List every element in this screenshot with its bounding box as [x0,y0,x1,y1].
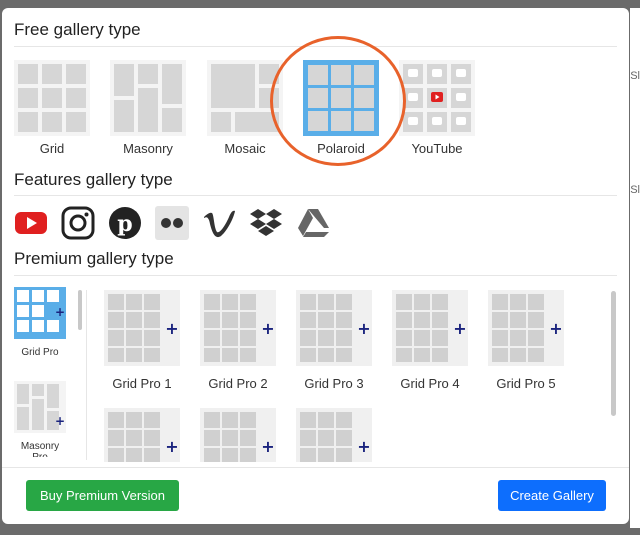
instagram-icon[interactable] [61,206,95,240]
divider [14,275,617,276]
background-text: Sl [630,184,640,196]
features-section-title: Features gallery type [14,170,173,189]
premium-gallery-grid-pro-5[interactable]: + Grid Pro 5 [482,290,570,391]
svg-text:+: + [165,319,178,338]
pinterest-icon[interactable]: p [108,206,142,240]
svg-text:+: + [357,319,370,338]
background-page-strip: Sl Sl [630,8,640,528]
grid-pro-thumb-icon: + [296,408,372,462]
grid-pro-thumb-icon: + [296,290,372,366]
premium-gallery-grid-pro-3[interactable]: + Grid Pro 3 [290,290,378,391]
masonry-thumb-icon [110,60,186,136]
premium-category-grid-pro[interactable]: + Grid Pro [14,287,66,358]
svg-text:+: + [55,305,65,319]
premium-gallery-grid-pro-4[interactable]: + Grid Pro 4 [386,290,474,391]
premium-gallery-label: Grid Pro 2 [208,376,268,391]
gallery-type-label: YouTube [411,141,463,156]
premium-gallery-item[interactable]: + [194,408,282,462]
svg-text:+: + [55,414,65,428]
grid-pro-thumb-icon: + [14,287,66,339]
premium-grid-scrollbar[interactable] [611,291,616,416]
vimeo-icon[interactable] [202,206,236,240]
gallery-type-grid[interactable]: Grid [14,60,90,156]
buy-premium-button[interactable]: Buy Premium Version [26,480,179,511]
premium-gallery-grid: + Grid Pro 1 + Grid Pro 2 + Grid Pro 3 +… [98,290,598,462]
grid-pro-thumb-icon: + [200,290,276,366]
svg-text:+: + [165,437,178,456]
gallery-type-label: Masonry [123,141,173,156]
grid-thumb-icon [14,60,90,136]
premium-gallery-grid-pro-2[interactable]: + Grid Pro 2 [194,290,282,391]
gallery-type-modal: Free gallery type Grid Masonry Mosaic Po… [2,8,629,524]
background-text: Sl [630,70,640,82]
grid-pro-thumb-icon: + [104,290,180,366]
youtube-icon[interactable] [14,206,48,240]
grid-pro-thumb-icon: + [392,290,468,366]
premium-category-label: Grid Pro [21,347,59,358]
divider [86,290,87,460]
grid-pro-thumb-icon: + [104,408,180,462]
google-drive-icon[interactable] [296,206,330,240]
create-gallery-button[interactable]: Create Gallery [498,480,606,511]
svg-text:+: + [261,319,274,338]
premium-gallery-item[interactable]: + [290,408,378,462]
gallery-type-youtube[interactable]: YouTube [399,60,475,156]
premium-gallery-label: Grid Pro 3 [304,376,364,391]
gallery-type-masonry[interactable]: Masonry [110,60,186,156]
premium-gallery-item[interactable]: + [98,408,186,462]
premium-gallery-label: Grid Pro 4 [400,376,460,391]
flickr-icon[interactable] [155,206,189,240]
free-section-title: Free gallery type [14,20,141,39]
grid-pro-thumb-icon: + [488,290,564,366]
selection-highlight-circle [270,36,406,166]
divider [14,195,617,196]
gallery-type-label: Mosaic [224,141,266,156]
premium-gallery-grid-pro-1[interactable]: + Grid Pro 1 [98,290,186,391]
svg-text:+: + [357,437,370,456]
premium-gallery-label: Grid Pro 5 [496,376,556,391]
masonry-pro-thumb-icon: + [14,381,66,433]
grid-pro-thumb-icon: + [200,408,276,462]
category-scrollbar[interactable] [78,290,82,330]
premium-section-title: Premium gallery type [14,249,174,268]
premium-category-masonry-pro[interactable]: + Masonry Pro [14,381,66,457]
premium-category-list: + Grid Pro + Masonry Pro [12,287,84,457]
gallery-type-label: Grid [39,141,65,156]
svg-text:+: + [549,319,562,338]
divider [2,467,629,468]
svg-text:+: + [261,437,274,456]
premium-category-label: Masonry Pro [20,441,60,457]
dropbox-icon[interactable] [249,206,283,240]
youtube-thumb-icon [399,60,475,136]
svg-text:p: p [117,211,132,237]
premium-gallery-label: Grid Pro 1 [112,376,172,391]
svg-text:+: + [453,319,466,338]
